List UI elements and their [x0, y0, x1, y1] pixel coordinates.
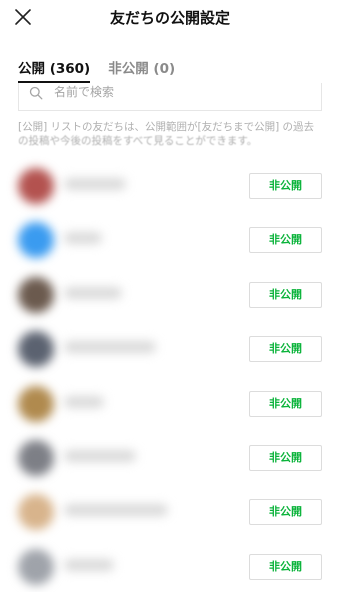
- friend-row: 非公開: [0, 432, 340, 486]
- notice-line-2: の投稿や今後の投稿をすべて見ることができます。: [18, 135, 258, 147]
- friend-name-blurred: [64, 232, 102, 245]
- avatar: [18, 276, 54, 313]
- friend-row: 非公開: [0, 486, 340, 540]
- friend-name-blurred: [64, 178, 126, 190]
- friend-row: 非公開: [0, 378, 340, 432]
- avatar: [18, 494, 54, 531]
- friend-row: 非公開: [0, 214, 340, 268]
- page-title: 友だちの公開設定: [109, 9, 230, 27]
- friend-row: 非公開: [0, 160, 340, 214]
- make-private-button[interactable]: 非公開: [249, 499, 322, 526]
- avatar: [18, 440, 54, 476]
- friend-name-blurred: [64, 341, 156, 354]
- avatar: [18, 331, 54, 368]
- notice-line-1: [公開] リストの友だちは、公開範囲が[友だちまで公開] の過去: [18, 121, 315, 133]
- friend-name-blurred: [64, 504, 168, 517]
- make-private-button[interactable]: 非公開: [249, 281, 322, 308]
- make-private-button[interactable]: 非公開: [249, 173, 322, 199]
- visibility-notice: [公開] リストの友だちは、公開範囲が[友だちまで公開] の過去 の投稿や今後の…: [18, 120, 326, 148]
- avatar: [18, 168, 54, 204]
- search-input[interactable]: [54, 83, 314, 101]
- friend-name-blurred: [64, 395, 104, 408]
- search-box[interactable]: [18, 83, 322, 111]
- avatar: [18, 385, 54, 422]
- tab-public[interactable]: 公開 (360): [18, 57, 91, 83]
- tab-bar: 公開 (360) 非公開 (0): [18, 57, 193, 83]
- friend-row: 非公開: [0, 269, 340, 323]
- friend-row: 非公開: [0, 323, 340, 377]
- friend-name-blurred: [64, 286, 122, 299]
- make-private-button[interactable]: 非公開: [249, 227, 322, 254]
- make-private-button[interactable]: 非公開: [249, 390, 322, 417]
- make-private-button[interactable]: 非公開: [249, 336, 322, 363]
- make-private-button[interactable]: 非公開: [249, 553, 322, 580]
- avatar: [18, 548, 54, 585]
- friend-name-blurred: [64, 450, 136, 462]
- tab-private[interactable]: 非公開 (0): [108, 57, 175, 83]
- make-private-button[interactable]: 非公開: [249, 445, 322, 471]
- avatar: [18, 222, 54, 259]
- header: 友だちの公開設定: [0, 0, 340, 36]
- search-icon: [29, 86, 43, 100]
- friend-name-blurred: [64, 558, 114, 571]
- friend-row: 非公開: [0, 541, 340, 592]
